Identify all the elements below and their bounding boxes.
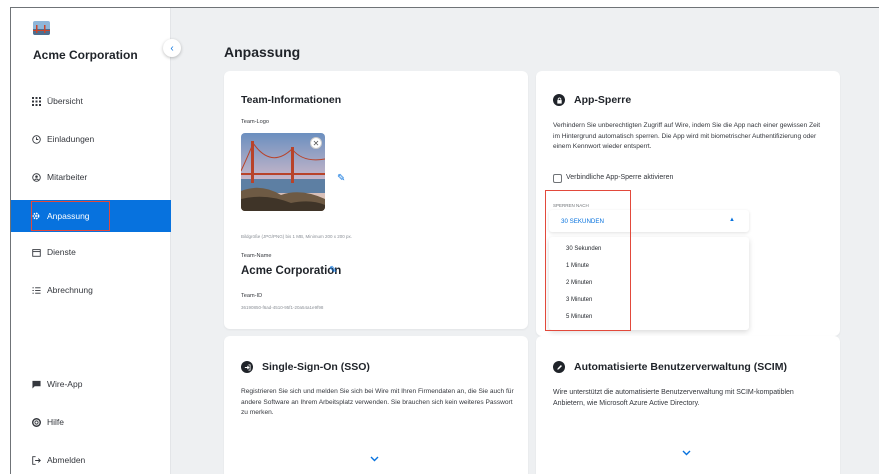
sidebar-item-label: Mitarbeiter [47,172,88,182]
sidebar-item-label: Hilfe [47,417,65,427]
sidebar-item-label: Übersicht [47,96,83,106]
chevron-left-icon: ‹ [170,42,174,54]
lifebuoy-icon [30,417,42,427]
sidebar-item-label: Wire-App [47,379,83,389]
sidebar-item-members[interactable]: Mitarbeiter [11,161,171,193]
main-content: Anpassung Team-Informationen Team-Logo ✕… [172,8,879,474]
app-lock-checkbox[interactable] [553,174,562,183]
app-lock-description: Verhindern Sie unberechtigten Zugriff au… [553,122,821,150]
grid-icon [30,96,42,106]
pencil-icon: ✎ [337,173,346,184]
sso-card: Single-Sign-On (SSO) Registrieren Sie si… [224,336,528,474]
logout-icon [30,455,42,465]
sidebar-item-label: Abrechnung [47,285,93,295]
sso-title-row: Single-Sign-On (SSO) [241,361,370,373]
user-circle-icon [30,172,42,182]
caret-up-icon: ▲ [729,217,735,223]
scim-edit-icon [553,361,565,373]
lock-icon [553,94,565,106]
team-name-label: Team-Name [241,253,272,259]
team-info-title: Team-Informationen [241,94,342,106]
scim-expand-button[interactable] [682,448,691,459]
sidebar: Acme Corporation Übersicht Einladungen M… [11,8,171,474]
team-logo-thumbnail [33,21,50,35]
sidebar-item-label: Dienste [47,247,76,257]
sso-login-icon [241,361,253,373]
app-lock-title-row: App-Sperre [553,94,631,106]
pencil-icon: ✎ [329,265,338,276]
clock-icon [30,134,42,144]
sidebar-item-help[interactable]: Hilfe [11,406,171,438]
remove-logo-button[interactable]: ✕ [310,137,322,149]
app-lock-card: App-Sperre Verhindern Sie unberechtigten… [536,71,840,336]
highlight-box [545,190,631,331]
scim-description: Wire unterstützt die automatisierte Benu… [553,389,794,407]
team-id-label: Team-ID [241,293,263,299]
sidebar-item-logout[interactable]: Abmelden [11,444,171,474]
collapse-sidebar-button[interactable]: ‹ [163,39,181,57]
scim-card: Automatisierte Benutzerverwaltung (SCIM)… [536,336,840,474]
org-name: Acme Corporation [33,48,138,62]
sidebar-item-label: Einladungen [47,134,95,144]
team-logo-label: Team-Logo [241,119,269,125]
calendar-icon [30,248,42,257]
sso-title: Single-Sign-On (SSO) [262,361,370,373]
sidebar-item-label: Abmelden [47,455,86,465]
scim-title-row: Automatisierte Benutzerverwaltung (SCIM) [553,361,787,373]
sidebar-item-billing[interactable]: Abrechnung [11,274,171,306]
sso-description: Registrieren Sie sich und melden Sie sic… [241,388,514,416]
team-info-card: Team-Informationen Team-Logo ✕ ✎ Bildgrö… [224,71,528,329]
sidebar-item-overview[interactable]: Übersicht [11,85,171,117]
app-lock-title: App-Sperre [574,94,632,106]
team-id-value: 36190850-f6ad-4510-95f1-20a54a1e9f98 [241,305,324,310]
highlight-box [31,201,110,231]
sidebar-item-wire-app[interactable]: Wire-App [11,368,171,400]
edit-logo-button[interactable]: ✎ [337,173,345,184]
chevron-down-icon [370,456,379,462]
chat-icon [30,380,42,389]
list-icon [30,286,42,295]
chevron-down-icon [682,450,691,456]
sso-expand-button[interactable] [370,454,379,465]
team-name-value: Acme Corporation [241,265,342,277]
page-title: Anpassung [224,44,301,60]
scim-title: Automatisierte Benutzerverwaltung (SCIM) [574,361,787,373]
app-lock-checkbox-label: Verbindliche App-Sperre aktivieren [566,174,674,181]
app-window: Acme Corporation Übersicht Einladungen M… [10,7,879,474]
sidebar-item-invitations[interactable]: Einladungen [11,123,171,155]
close-icon: ✕ [312,138,320,148]
sidebar-item-services[interactable]: Dienste [11,236,171,268]
logo-hint: Bildgröße (JPG/PNG) bis 1 MB, Minimum 20… [241,234,353,239]
edit-team-name-button[interactable]: ✎ [329,265,337,276]
